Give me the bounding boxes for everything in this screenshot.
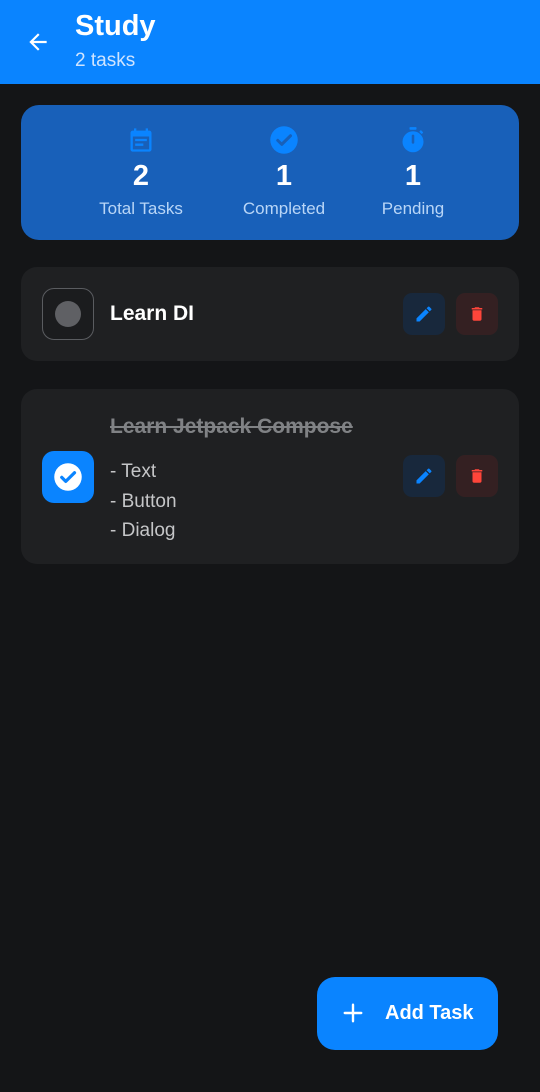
stat-completed: 1 Completed bbox=[219, 125, 349, 219]
trash-icon bbox=[471, 307, 483, 321]
note-line: - Dialog bbox=[110, 520, 176, 541]
pencil-icon bbox=[416, 468, 432, 484]
stat-label: Total Tasks bbox=[99, 199, 183, 218]
delete-task-button[interactable] bbox=[456, 293, 498, 335]
stat-value: 1 bbox=[404, 160, 422, 192]
top-app-bar: Study 2 tasks bbox=[0, 0, 540, 84]
task-card[interactable]: Learn Jetpack Compose - Text - Button - … bbox=[21, 389, 519, 564]
note-line: - Button bbox=[110, 490, 177, 512]
arrow-left-icon bbox=[29, 33, 47, 51]
timer-icon bbox=[402, 127, 424, 153]
trash-icon bbox=[471, 469, 483, 483]
task-card[interactable]: Learn DI bbox=[21, 267, 519, 361]
plus-icon bbox=[343, 1003, 363, 1023]
page-title: Study bbox=[75, 10, 156, 42]
note-line: - Text bbox=[110, 461, 157, 482]
stat-total-tasks: 2 Total Tasks bbox=[76, 125, 206, 219]
task-title: Learn Jetpack Compose bbox=[110, 415, 353, 438]
check-circle-icon bbox=[270, 126, 298, 154]
edit-task-button[interactable] bbox=[403, 455, 445, 497]
stat-label: Completed bbox=[242, 199, 326, 218]
stat-value: 1 bbox=[275, 160, 293, 192]
task-checkbox[interactable] bbox=[42, 288, 94, 340]
pencil-icon bbox=[416, 306, 432, 322]
add-task-button[interactable]: Add Task bbox=[317, 977, 498, 1050]
delete-task-button[interactable] bbox=[456, 455, 498, 497]
check-circle-icon bbox=[54, 463, 82, 491]
task-title: Learn DI bbox=[110, 302, 195, 325]
task-count-subtitle: 2 tasks bbox=[75, 50, 136, 71]
stat-value: 2 bbox=[132, 160, 150, 192]
edit-task-button[interactable] bbox=[403, 293, 445, 335]
unchecked-circle-icon bbox=[55, 301, 81, 327]
stat-label: Pending bbox=[381, 199, 445, 218]
add-task-label: Add Task bbox=[385, 1002, 474, 1024]
back-button[interactable] bbox=[18, 24, 58, 60]
stats-card: 2 Total Tasks 1 Completed 1 Pending bbox=[21, 105, 519, 240]
task-notes: - Text - Button - Dialog bbox=[110, 457, 177, 546]
stat-pending: 1 Pending bbox=[348, 125, 478, 219]
calendar-icon bbox=[130, 128, 152, 152]
task-checkbox[interactable] bbox=[42, 451, 94, 503]
